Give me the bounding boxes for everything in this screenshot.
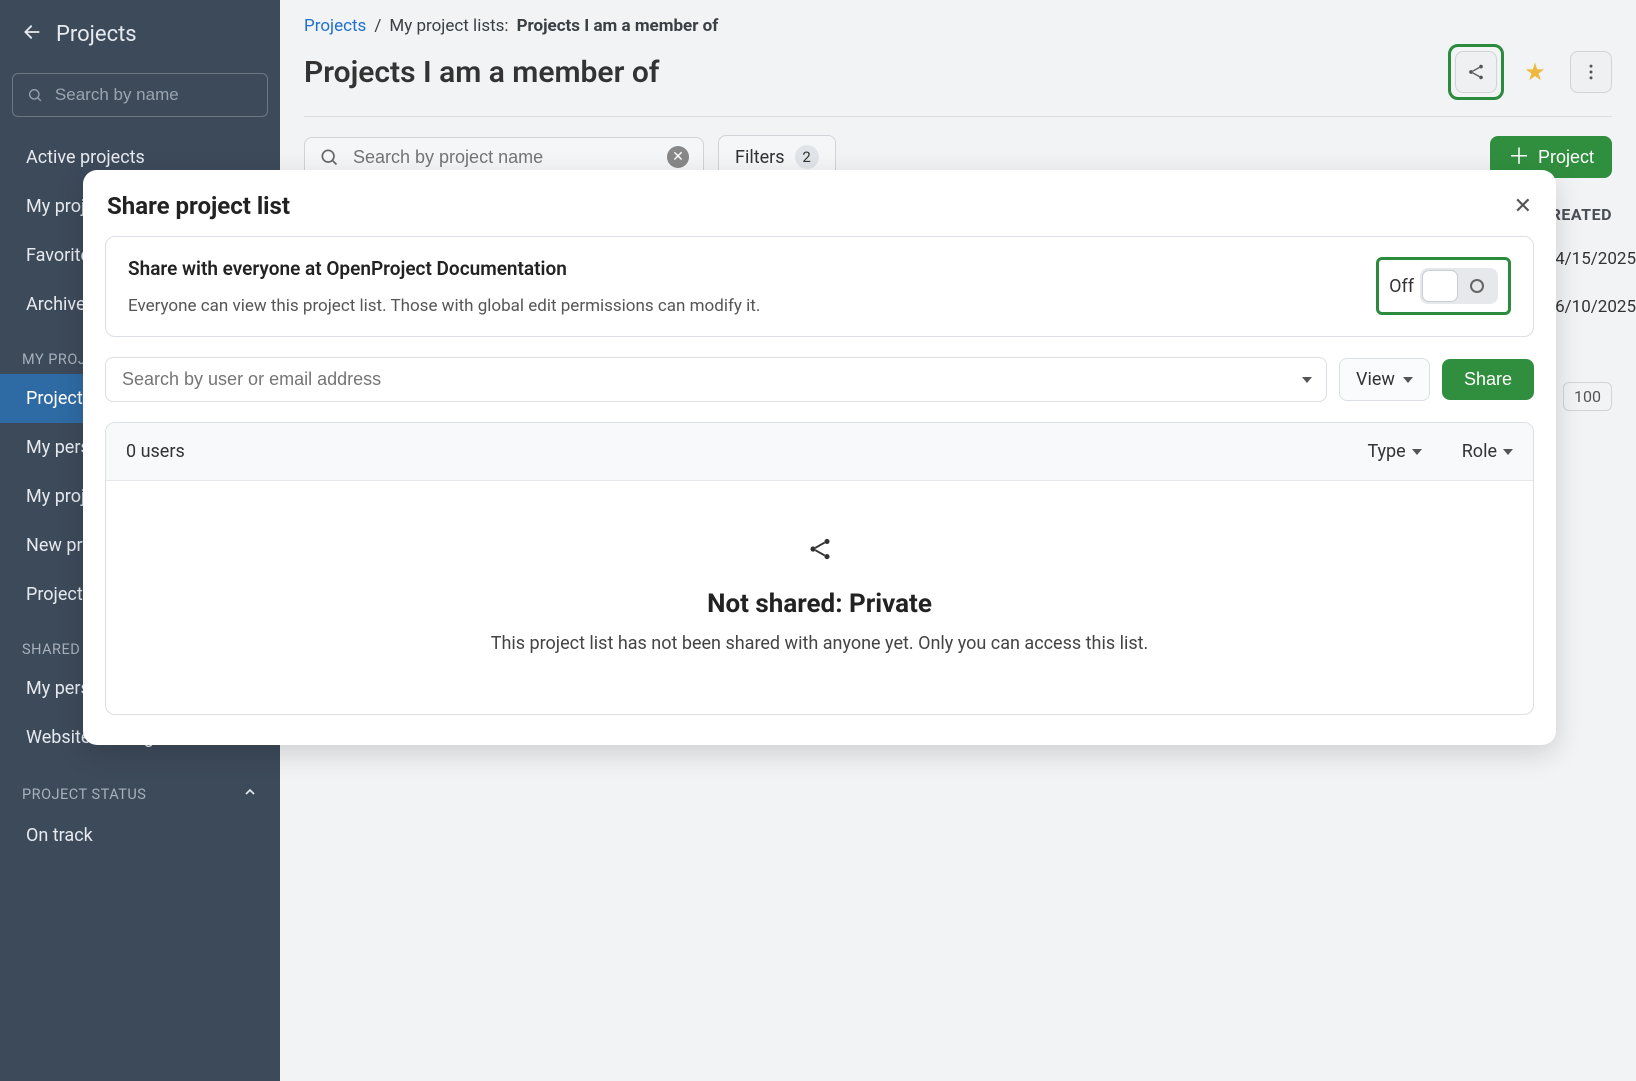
filters-count-badge: 2 xyxy=(795,145,819,169)
share-everyone-toggle-highlight: Off xyxy=(1376,257,1511,315)
share-icon xyxy=(806,535,834,563)
share-everyone-heading: Share with everyone at OpenProject Docum… xyxy=(128,257,760,280)
share-button-highlight xyxy=(1448,44,1504,100)
row-date-0: 04/15/2025 xyxy=(1546,235,1636,283)
share-icon xyxy=(1466,62,1486,82)
toggle-off-indicator-icon xyxy=(1470,279,1484,293)
plus-icon: ＋ xyxy=(1508,146,1530,168)
sidebar-search-input[interactable] xyxy=(53,84,253,106)
breadcrumb-prefix: My project lists: xyxy=(389,16,508,36)
share-everyone-panel: Share with everyone at OpenProject Docum… xyxy=(105,236,1534,337)
sidebar-search[interactable] xyxy=(12,73,268,117)
new-project-label: Project xyxy=(1538,147,1594,168)
project-search-input[interactable] xyxy=(351,146,655,169)
sidebar-title: Projects xyxy=(56,22,137,47)
user-search[interactable] xyxy=(105,357,1327,402)
pager-size-select[interactable]: 100 xyxy=(1563,382,1612,411)
modal-title: Share project list xyxy=(107,192,290,220)
share-everyone-sub: Everyone can view this project list. Tho… xyxy=(128,296,760,316)
kebab-icon xyxy=(1581,62,1601,82)
empty-state: Not shared: Private This project list ha… xyxy=(106,481,1533,714)
role-filter[interactable]: Role xyxy=(1462,441,1513,462)
clear-search-icon[interactable]: ✕ xyxy=(667,146,689,168)
type-filter[interactable]: Type xyxy=(1367,441,1421,462)
toggle-thumb xyxy=(1422,270,1458,302)
chevron-down-icon xyxy=(1302,377,1312,383)
sidebar-section-status[interactable]: PROJECT STATUS xyxy=(0,762,280,811)
users-count: 0 users xyxy=(126,441,185,462)
breadcrumb-projects-link[interactable]: Projects xyxy=(304,16,366,36)
empty-title: Not shared: Private xyxy=(136,589,1503,619)
empty-text: This project list has not been shared wi… xyxy=(136,633,1503,654)
star-icon: ★ xyxy=(1524,58,1546,86)
search-icon xyxy=(319,147,339,167)
toggle-state-label: Off xyxy=(1389,276,1414,297)
page-title: Projects I am a member of xyxy=(304,55,659,90)
share-button[interactable] xyxy=(1455,51,1497,93)
permission-select-label: View xyxy=(1356,369,1395,390)
back-arrow-icon[interactable] xyxy=(22,22,42,47)
user-search-input[interactable] xyxy=(120,368,1302,391)
more-actions-button[interactable] xyxy=(1570,51,1612,93)
share-everyone-toggle[interactable] xyxy=(1420,268,1498,304)
sidebar-status-0[interactable]: On track xyxy=(0,811,280,860)
chevron-up-icon xyxy=(242,784,258,805)
breadcrumb-current: Projects I am a member of xyxy=(517,16,719,36)
favorite-button[interactable]: ★ xyxy=(1514,51,1556,93)
chevron-down-icon xyxy=(1403,377,1413,383)
chevron-down-icon xyxy=(1503,449,1513,455)
filters-label: Filters xyxy=(735,147,785,168)
permission-select[interactable]: View xyxy=(1339,358,1430,401)
breadcrumb: Projects / My project lists: Projects I … xyxy=(304,0,1612,36)
search-icon xyxy=(27,86,43,104)
row-date-1: 06/10/2025 xyxy=(1546,283,1636,331)
share-button-modal[interactable]: Share xyxy=(1442,359,1534,400)
shared-users-panel: 0 users Type Role Not shared: Private Th… xyxy=(105,422,1534,715)
share-modal: Share project list ✕ Share with everyone… xyxy=(83,170,1556,745)
chevron-down-icon xyxy=(1412,449,1422,455)
close-icon[interactable]: ✕ xyxy=(1514,194,1532,219)
